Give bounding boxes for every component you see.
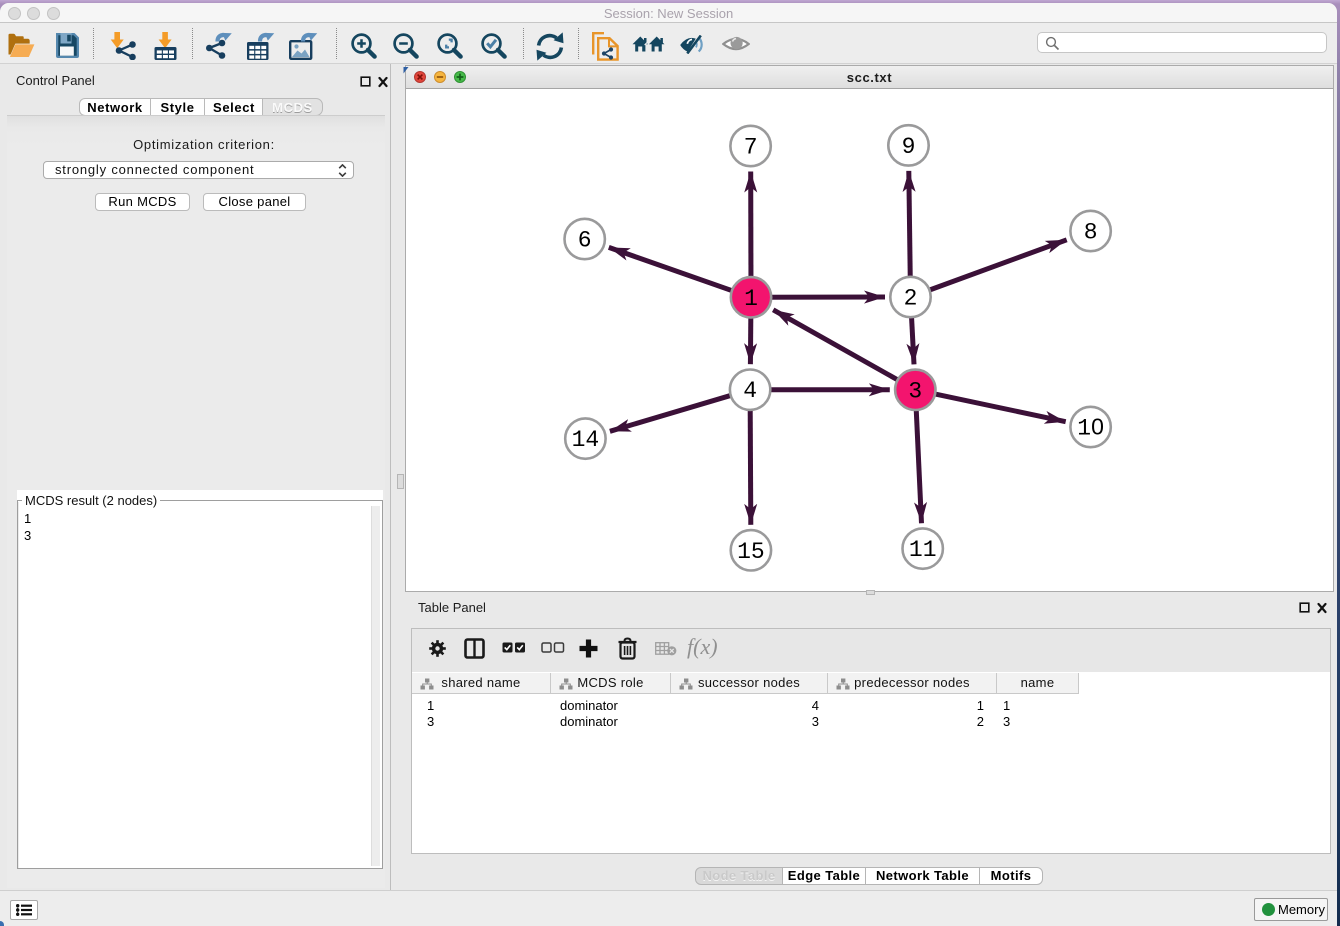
svg-text:9: 9 [902, 134, 916, 160]
svg-text:14: 14 [572, 427, 600, 453]
svg-text:1: 1 [744, 286, 758, 312]
svg-text:8: 8 [1084, 220, 1098, 246]
svg-text:11: 11 [909, 537, 937, 563]
svg-text:15: 15 [737, 539, 765, 565]
svg-text:6: 6 [578, 228, 592, 254]
svg-text:4: 4 [743, 378, 757, 404]
svg-text:3: 3 [908, 378, 922, 404]
svg-text:7: 7 [744, 135, 758, 161]
svg-text:2: 2 [904, 286, 918, 312]
svg-text:10: 10 [1077, 414, 1104, 442]
